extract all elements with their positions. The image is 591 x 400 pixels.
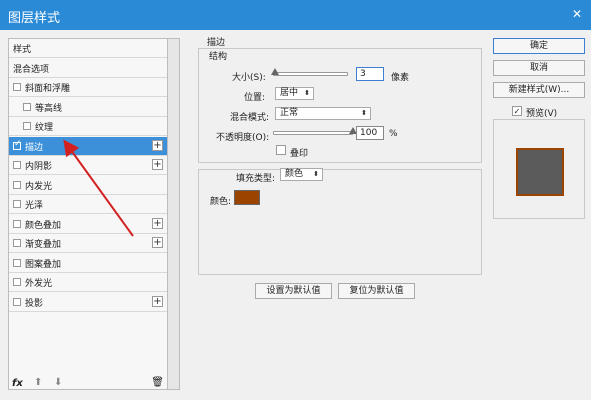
ok-button[interactable]: 确定	[493, 38, 585, 54]
style-list-item[interactable]: 内阴影 +	[9, 156, 167, 175]
style-list-item[interactable]: 纹理	[9, 117, 167, 136]
style-checkbox[interactable]	[13, 297, 21, 306]
dialog-body: 样式混合选项斜面和浮雕等高线纹理描边+内阴影+内发光光泽颜色叠加+渐变叠加+图案…	[0, 30, 591, 400]
opacity-slider[interactable]	[273, 131, 353, 135]
fx-icon[interactable]: fx	[12, 378, 23, 389]
chevron-updown-icon: ⬍	[304, 89, 310, 97]
overprint-checkbox[interactable]	[276, 145, 286, 155]
style-list-item[interactable]: 投影 +	[9, 293, 167, 312]
style-list-item-label: 投影	[25, 298, 44, 309]
style-list-item[interactable]: 内发光	[9, 176, 167, 195]
size-slider[interactable]	[273, 72, 348, 76]
size-unit: 像素	[391, 73, 410, 83]
cancel-button[interactable]: 取消	[493, 60, 585, 76]
trash-icon[interactable]: 🗑	[151, 377, 164, 388]
style-list-item[interactable]: 图案叠加	[9, 254, 167, 273]
style-list-item[interactable]: 混合选项	[9, 59, 167, 78]
size-label: 大小(S):	[232, 73, 266, 83]
add-instance-icon[interactable]: +	[152, 295, 163, 307]
style-checkbox[interactable]	[23, 122, 31, 130]
style-list-footer: fx ⬆ ⬇ 🗑	[8, 377, 168, 391]
style-checkbox[interactable]	[13, 239, 21, 247]
style-list-item[interactable]: 样式	[9, 39, 167, 58]
section-title: 描边	[207, 38, 226, 48]
add-instance-icon[interactable]: +	[152, 139, 163, 151]
window-title: 图层样式	[8, 11, 61, 26]
style-list-item-label: 渐变叠加	[25, 240, 62, 250]
fill-type-label: 填充类型:	[236, 174, 276, 184]
fill-type-value: 颜色	[285, 169, 304, 179]
style-list-item[interactable]: 等高线	[9, 98, 167, 117]
style-list-item-label: 内发光	[25, 181, 53, 192]
preview-checkbox[interactable]: ✓	[512, 106, 522, 116]
style-list-item-label: 内阴影	[25, 162, 53, 172]
style-list-item-label: 光泽	[25, 201, 44, 211]
position-select[interactable]: 居中 ⬍	[275, 87, 314, 100]
style-checkbox[interactable]	[13, 180, 21, 189]
style-checkbox[interactable]	[13, 161, 21, 169]
style-checkbox[interactable]	[13, 139, 22, 150]
chevron-updown-icon: ⬍	[313, 170, 319, 178]
style-list-item[interactable]: 斜面和浮雕	[9, 78, 167, 97]
preview-box	[493, 119, 585, 219]
style-checkbox[interactable]	[13, 258, 21, 267]
style-list-item[interactable]: 颜色叠加 +	[9, 215, 167, 234]
style-list-scrollbar[interactable]	[168, 38, 180, 390]
style-checkbox[interactable]	[23, 102, 31, 111]
style-checkbox[interactable]	[13, 219, 21, 228]
blend-mode-value: 正常	[280, 108, 299, 118]
style-checkbox[interactable]	[13, 278, 21, 286]
style-list-item-label: 斜面和浮雕	[25, 84, 71, 94]
style-list-item[interactable]: 光泽	[9, 195, 167, 214]
style-checkbox[interactable]	[13, 200, 21, 208]
set-default-button[interactable]: 设置为默认值	[255, 283, 332, 299]
style-list-item-label: 样式	[13, 45, 32, 55]
preview-label: 预览(V)	[526, 109, 558, 119]
style-list: 样式混合选项斜面和浮雕等高线纹理描边 + 内阴影 + 内发光光泽颜色叠加 + 渐变叠加 + 图案…	[8, 38, 168, 390]
reset-default-button[interactable]: 复位为默认值	[338, 283, 415, 299]
opacity-label: 不透明度(O):	[216, 133, 270, 143]
style-list-item-label: 纹理	[35, 123, 54, 133]
overprint-label: 叠印	[290, 149, 309, 159]
style-list-item-label: 混合选项	[13, 64, 50, 75]
opacity-input[interactable]: 100	[356, 126, 384, 140]
close-icon[interactable]: ✕	[569, 6, 585, 22]
opacity-unit: %	[389, 129, 398, 139]
style-list-item[interactable]: 描边 +	[9, 136, 167, 156]
style-checkbox[interactable]	[13, 83, 21, 91]
size-input[interactable]: 3	[356, 67, 384, 81]
structure-group	[198, 48, 482, 163]
chevron-updown-icon: ⬍	[361, 109, 367, 117]
fill-type-select[interactable]: 颜色 ⬍	[280, 168, 323, 181]
fill-group	[198, 169, 482, 275]
style-list-item-label: 描边	[25, 142, 44, 153]
position-label: 位置:	[244, 93, 266, 103]
style-list-item-label: 等高线	[35, 103, 63, 114]
color-label: 颜色:	[210, 197, 232, 207]
blend-mode-select[interactable]: 正常 ⬍	[275, 107, 371, 120]
style-list-item-label: 外发光	[25, 279, 53, 289]
position-value: 居中	[280, 88, 299, 98]
move-up-icon[interactable]: ⬆	[34, 377, 42, 388]
preview-thumbnail	[516, 148, 564, 196]
move-down-icon[interactable]: ⬇	[54, 377, 62, 388]
style-list-item-label: 图案叠加	[25, 259, 62, 270]
title-bar: 图层样式 ✕	[0, 0, 591, 30]
style-list-item-label: 颜色叠加	[25, 220, 62, 231]
add-instance-icon[interactable]: +	[152, 237, 163, 248]
structure-title: 结构	[207, 49, 230, 62]
size-slider-thumb[interactable]	[271, 68, 280, 75]
style-list-item[interactable]: 渐变叠加 +	[9, 234, 167, 253]
add-instance-icon[interactable]: +	[152, 217, 163, 229]
new-style-button[interactable]: 新建样式(W)...	[493, 82, 585, 98]
add-instance-icon[interactable]: +	[152, 159, 163, 170]
blend-mode-label: 混合模式:	[230, 113, 270, 123]
color-swatch[interactable]	[234, 190, 260, 205]
style-list-item[interactable]: 外发光	[9, 273, 167, 292]
